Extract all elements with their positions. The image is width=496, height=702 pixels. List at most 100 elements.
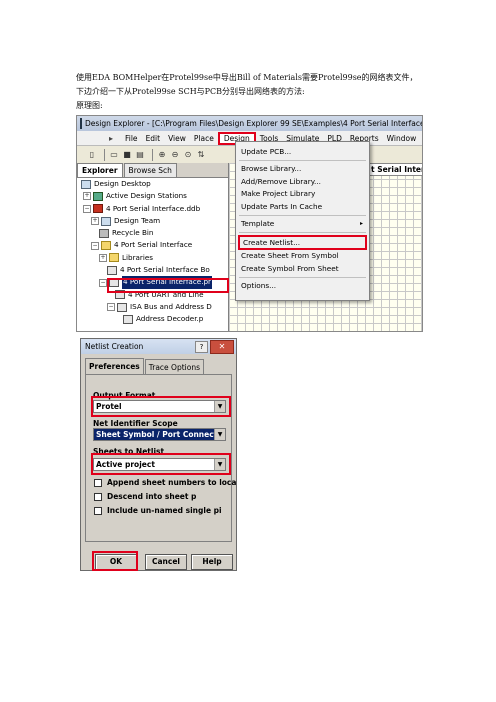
menu-item-make-project-library[interactable]: Make Project Library xyxy=(236,188,369,200)
menu-separator xyxy=(239,277,366,279)
tree-item-address-decoder[interactable]: Address Decoder.p xyxy=(77,313,228,325)
checkbox-include-unnamed-pins[interactable]: Include un-named single pi xyxy=(94,506,222,515)
menu-separator xyxy=(239,232,366,234)
menu-place[interactable]: Place xyxy=(190,132,218,145)
output-format-highlight-box xyxy=(91,396,231,417)
sheets-highlight-box xyxy=(91,453,231,475)
tab-preferences[interactable]: Preferences xyxy=(85,358,144,374)
net-scope-value: Sheet Symbol / Port Connecti xyxy=(96,430,220,439)
dialog-title-bar: Netlist Creation ? ✕ xyxy=(81,339,236,354)
collapse-icon[interactable]: − xyxy=(83,204,91,213)
netlist-creation-dialog: Netlist Creation ? ✕ Preferences Trace O… xyxy=(80,338,237,571)
tree-item-libraries[interactable]: + Libraries xyxy=(77,252,228,264)
checkbox-box[interactable] xyxy=(94,506,102,515)
open-folder-icon[interactable]: ▭ xyxy=(109,150,119,160)
submenu-arrow-icon: ▸ xyxy=(359,219,363,227)
collapse-icon[interactable]: − xyxy=(99,278,107,287)
expand-icon[interactable]: + xyxy=(83,192,91,201)
menu-item-update-parts-in-cache[interactable]: Update Parts In Cache xyxy=(236,201,369,213)
toolbar-separator xyxy=(152,149,153,161)
move-icon[interactable]: ⇅ xyxy=(196,150,206,160)
menu-separator xyxy=(239,214,366,216)
close-icon[interactable]: ✕ xyxy=(210,340,234,354)
checkbox-label: Append sheet numbers to loca xyxy=(107,478,237,487)
menu-item-create-symbol-from-sheet[interactable]: Create Symbol From Sheet xyxy=(236,263,369,275)
tree-item-recycle-bin[interactable]: Recycle Bin xyxy=(77,227,228,239)
checkbox-box[interactable] xyxy=(94,478,102,487)
menu-arrow-icon[interactable]: ▸ xyxy=(101,132,121,144)
menu-item-create-sheet-from-symbol[interactable]: Create Sheet From Symbol xyxy=(236,250,369,262)
cancel-button[interactable]: Cancel xyxy=(145,554,187,570)
checkbox-append-sheet-numbers[interactable]: Append sheet numbers to loca xyxy=(94,478,236,487)
collapse-icon[interactable]: − xyxy=(107,303,115,312)
net-scope-select[interactable]: Sheet Symbol / Port Connecti ▼ xyxy=(93,428,226,441)
menu-item-update-pcb[interactable]: Update PCB... xyxy=(236,146,369,158)
toggle-panel-icon[interactable]: ▯ xyxy=(87,150,97,160)
stations-icon xyxy=(93,191,103,201)
menu-item-options[interactable]: Options... xyxy=(236,280,369,292)
tree-item-label: Design Desktop xyxy=(94,179,151,188)
collapse-icon[interactable]: − xyxy=(91,241,99,250)
menu-item-label: Template xyxy=(241,218,275,228)
save-icon[interactable]: ■ xyxy=(122,150,132,160)
zoom-in-icon[interactable]: ⊕ xyxy=(157,150,167,160)
tab-browse-sch[interactable]: Browse Sch xyxy=(123,163,177,177)
database-icon xyxy=(93,204,103,214)
expand-icon[interactable]: + xyxy=(91,217,99,226)
tree-item-design-team[interactable]: + Design Team xyxy=(77,215,228,227)
zoom-out-icon[interactable]: ⊖ xyxy=(170,150,180,160)
tree-item-label: Design Team xyxy=(114,215,161,225)
tab-explorer[interactable]: Explorer xyxy=(77,163,123,177)
dialog-tabs: Preferences Trace Options xyxy=(85,358,205,375)
help-icon[interactable]: ? xyxy=(195,341,208,353)
checkbox-descend-into-sheet[interactable]: Descend into sheet p xyxy=(94,492,196,501)
folder-icon xyxy=(101,241,111,251)
expand-icon[interactable]: + xyxy=(99,253,107,262)
tree-item-label: ISA Bus and Address D xyxy=(130,301,212,311)
tree-item-isa-sheet[interactable]: − ISA Bus and Address D xyxy=(77,301,228,313)
tree-item-label: 4 Port Serial Interface.ddb xyxy=(106,203,201,213)
tab-trace-options[interactable]: Trace Options xyxy=(144,359,204,375)
checkbox-label: Descend into sheet p xyxy=(107,492,197,501)
menu-item-template[interactable]: Template ▸ xyxy=(236,218,369,230)
zoom-fit-icon[interactable]: ⊙ xyxy=(183,150,193,160)
tree-item-label: Recycle Bin xyxy=(112,228,154,238)
print-icon[interactable]: ▤ xyxy=(135,150,145,160)
menu-item-create-netlist[interactable]: Create Netlist... xyxy=(238,235,367,251)
intro-line-1: 使用EDA BOMHelper在Protel99se中导出Bill of Mat… xyxy=(76,73,418,82)
checkbox-box[interactable] xyxy=(94,492,102,501)
chevron-down-icon[interactable]: ▼ xyxy=(214,429,225,440)
document-tab[interactable]: t Serial Interf xyxy=(367,163,422,176)
tree-item-label: Libraries xyxy=(122,252,154,262)
tree-item-label: 4 Port Serial Interface xyxy=(114,240,193,250)
net-scope-label: Net Identifier Scope xyxy=(93,419,178,428)
menu-edit[interactable]: Edit xyxy=(142,132,165,145)
tree-item-label: Active Design Stations xyxy=(106,191,187,201)
toolbar-separator xyxy=(104,149,105,161)
dialog-title: Netlist Creation xyxy=(85,342,144,351)
menu-file[interactable]: File xyxy=(121,132,142,145)
help-button[interactable]: Help xyxy=(191,554,233,570)
tree-item-project-folder[interactable]: − 4 Port Serial Interface xyxy=(77,239,228,251)
tree-item-label: 4 Port Serial Interface Bo xyxy=(120,265,210,275)
pcb-document-icon xyxy=(107,265,117,275)
menu-view[interactable]: View xyxy=(164,132,190,145)
menu-item-browse-library[interactable]: Browse Library... xyxy=(236,163,369,175)
tree-item-label: Address Decoder.p xyxy=(136,314,204,324)
folder-icon xyxy=(109,253,119,263)
explorer-panel: Explorer Browse Sch Design Desktop + Acti… xyxy=(77,163,229,331)
design-menu-dropdown: Update PCB... Browse Library... Add/Remo… xyxy=(235,141,370,301)
design-tree: Design Desktop + Active Design Stations −… xyxy=(77,178,228,326)
app-icon xyxy=(80,118,82,129)
desktop-icon xyxy=(81,179,91,189)
section-heading-schematic: 原理图: xyxy=(76,101,103,110)
menu-item-add-remove-library[interactable]: Add/Remove Library... xyxy=(236,176,369,188)
team-icon xyxy=(101,216,111,226)
tree-item-active-design-stations[interactable]: + Active Design Stations xyxy=(77,190,228,202)
menu-window[interactable]: Window xyxy=(383,132,421,145)
tree-item-pcb-board[interactable]: 4 Port Serial Interface Bo xyxy=(77,264,228,276)
panel-tabs: Explorer Browse Sch xyxy=(77,163,228,178)
tree-item-design-desktop[interactable]: Design Desktop xyxy=(77,178,228,190)
tree-item-ddb[interactable]: − 4 Port Serial Interface.ddb xyxy=(77,203,228,215)
schematic-document-icon xyxy=(123,314,133,324)
